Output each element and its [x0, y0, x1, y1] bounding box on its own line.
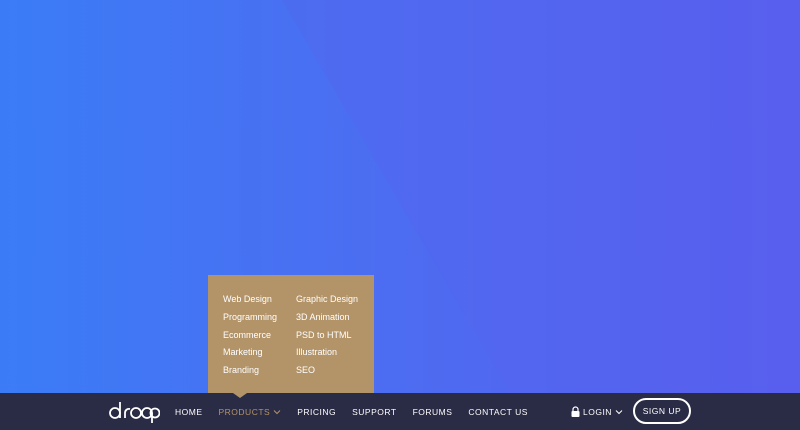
dropdown-item-ecommerce[interactable]: Ecommerce — [223, 329, 277, 347]
lock-icon — [571, 406, 580, 417]
sign-up-label: SIGN UP — [642, 406, 682, 416]
nav-products[interactable]: PRODUCTS — [219, 407, 282, 417]
dropdown-item-web-design[interactable]: Web Design — [223, 293, 277, 311]
dropdown-left-column: Web Design Programming Ecommerce Marketi… — [223, 293, 277, 382]
dropdown-item-branding[interactable]: Branding — [223, 364, 277, 382]
nav-home[interactable]: HOME — [175, 407, 203, 417]
dropdown-item-3d-animation[interactable]: 3D Animation — [296, 311, 358, 329]
dropdown-caret — [233, 393, 247, 398]
nav-forums[interactable]: FORUMS — [413, 407, 453, 417]
nav-pricing-label: PRICING — [297, 406, 337, 417]
dropdown-item-programming[interactable]: Programming — [223, 311, 277, 329]
login-label: LOGIN — [583, 406, 612, 417]
nav-support[interactable]: SUPPORT — [352, 407, 396, 417]
background-diagonal-shape — [282, 0, 800, 393]
nav-links: HOME PRODUCTS PRICING SUPPORT FORUMS CON… — [175, 393, 544, 430]
nav-home-label: HOME — [175, 406, 203, 417]
nav-products-label: PRODUCTS — [218, 406, 271, 417]
nav-contact-us-label: CONTACT US — [468, 406, 528, 417]
nav-pricing[interactable]: PRICING — [297, 407, 336, 417]
dropdown-item-graphic-design[interactable]: Graphic Design — [296, 293, 358, 311]
products-dropdown-menu: Web Design Programming Ecommerce Marketi… — [208, 275, 374, 393]
main-navbar: HOME PRODUCTS PRICING SUPPORT FORUMS CON… — [0, 393, 800, 430]
nav-support-label: SUPPORT — [352, 406, 397, 417]
dropdown-item-marketing[interactable]: Marketing — [223, 346, 277, 364]
login-button[interactable]: LOGIN — [571, 393, 623, 430]
dropdown-right-column: Graphic Design 3D Animation PSD to HTML … — [296, 293, 358, 382]
droop-logo[interactable] — [108, 399, 160, 423]
nav-contact-us[interactable]: CONTACT US — [468, 407, 527, 417]
chevron-down-icon — [615, 409, 623, 414]
sign-up-button[interactable]: SIGN UP — [633, 398, 691, 424]
dropdown-item-psd-to-html[interactable]: PSD to HTML — [296, 329, 358, 347]
nav-forums-label: FORUMS — [412, 406, 453, 417]
dropdown-item-illustration[interactable]: Illustration — [296, 346, 358, 364]
dropdown-item-seo[interactable]: SEO — [296, 364, 358, 382]
chevron-down-icon — [273, 409, 281, 414]
